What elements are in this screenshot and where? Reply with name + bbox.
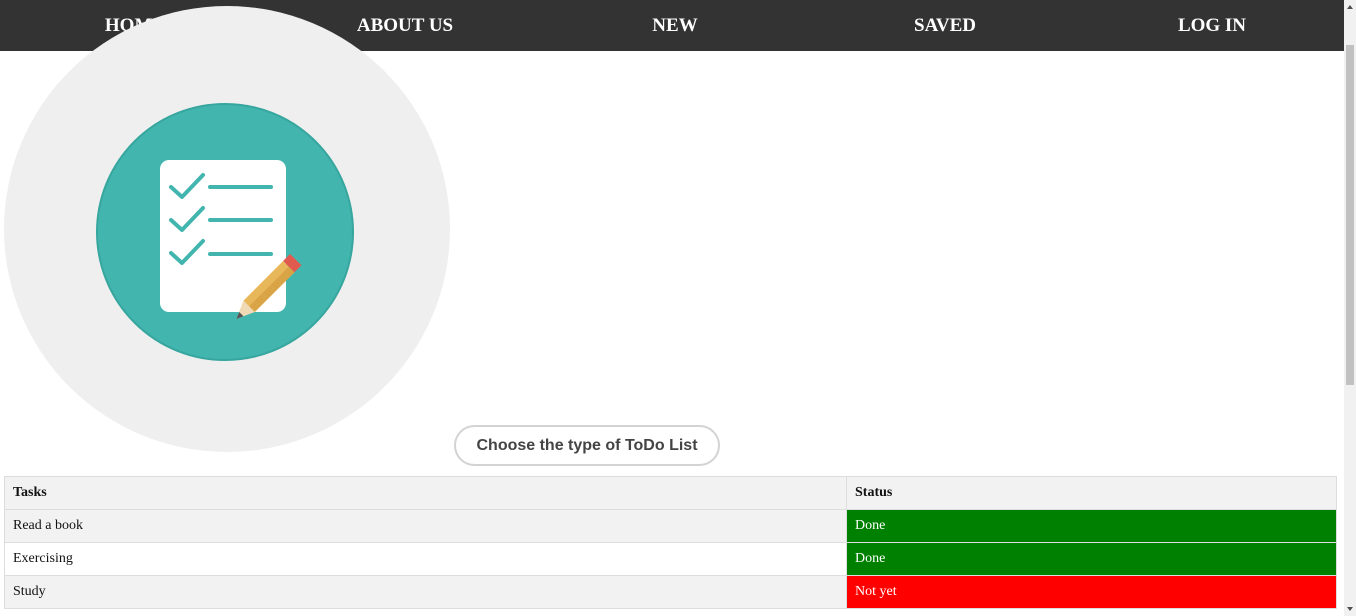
status-cell: Done xyxy=(846,509,1337,543)
scroll-down-arrow-icon[interactable] xyxy=(1344,602,1356,616)
scrollbar-thumb[interactable] xyxy=(1346,45,1354,385)
nav-new-link[interactable]: NEW xyxy=(540,15,810,37)
nav-saved-link[interactable]: SAVED xyxy=(810,15,1080,37)
choose-todo-type-button[interactable]: Choose the type of ToDo List xyxy=(454,425,720,466)
status-cell: Not yet xyxy=(846,575,1337,609)
task-cell: Exercising xyxy=(4,542,847,576)
nav-log-in-link[interactable]: LOG IN xyxy=(1080,15,1344,37)
status-column-header: Status xyxy=(846,476,1337,510)
scroll-up-arrow-icon[interactable] xyxy=(1344,0,1356,14)
status-cell: Done xyxy=(846,542,1337,576)
table-row: Exercising Done xyxy=(4,542,1337,576)
table-row: Read a book Done xyxy=(4,509,1337,543)
task-cell: Study xyxy=(4,575,847,609)
vertical-scrollbar[interactable] xyxy=(1344,0,1356,616)
table-header-row: Tasks Status xyxy=(4,476,1337,510)
table-row: Study Not yet xyxy=(4,575,1337,609)
task-cell: Read a book xyxy=(4,509,847,543)
tasks-column-header: Tasks xyxy=(4,476,847,510)
todo-checklist-pencil-icon xyxy=(96,103,354,361)
tasks-table: Tasks Status Read a book Done Exercising… xyxy=(4,476,1337,609)
